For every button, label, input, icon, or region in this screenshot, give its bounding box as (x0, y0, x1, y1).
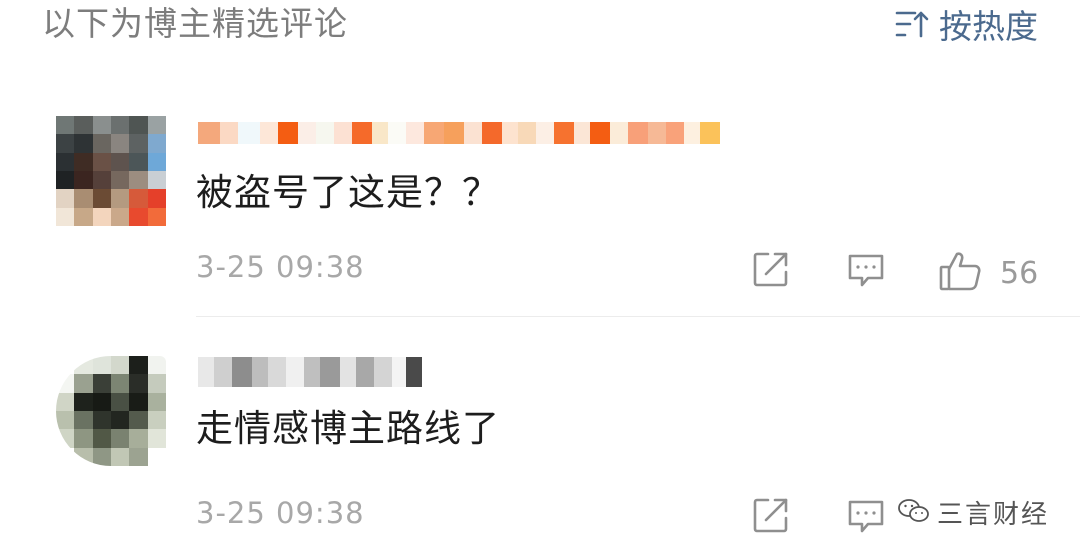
sort-label: 按热度 (939, 7, 1038, 46)
watermark-text: 三言财经 (937, 500, 1050, 530)
repost-icon (752, 496, 790, 538)
username-redacted[interactable] (198, 352, 422, 392)
like-button[interactable]: 56 (938, 250, 1038, 296)
sort-icon (895, 9, 929, 39)
comment-item: 被盗号了这是？？ 3-25 09:38 56 (0, 110, 1080, 310)
comment-text: 被盗号了这是？？ (196, 171, 500, 214)
timestamp: 3-25 09:38 (196, 250, 365, 284)
timestamp: 3-25 09:38 (196, 496, 365, 530)
reply-button[interactable] (846, 250, 886, 294)
thumbs-up-icon (938, 250, 982, 296)
avatar[interactable] (56, 116, 166, 226)
comment-text: 走情感博主路线了 (196, 407, 500, 450)
repost-icon (752, 250, 790, 292)
username-redacted[interactable] (198, 116, 720, 150)
sort-by-hot-button[interactable]: 按热度 (895, 4, 1038, 46)
page-title: 以下为博主精选评论 (42, 4, 348, 43)
wechat-icon (897, 497, 931, 529)
repost-button[interactable] (752, 496, 790, 538)
divider (196, 316, 1080, 317)
comment-icon (846, 496, 886, 540)
watermark: 三言财经 (893, 492, 1054, 533)
like-count: 56 (1000, 255, 1039, 291)
repost-button[interactable] (752, 250, 790, 292)
reply-button[interactable] (846, 496, 886, 540)
avatar[interactable] (56, 356, 166, 466)
comment-icon (846, 250, 886, 294)
